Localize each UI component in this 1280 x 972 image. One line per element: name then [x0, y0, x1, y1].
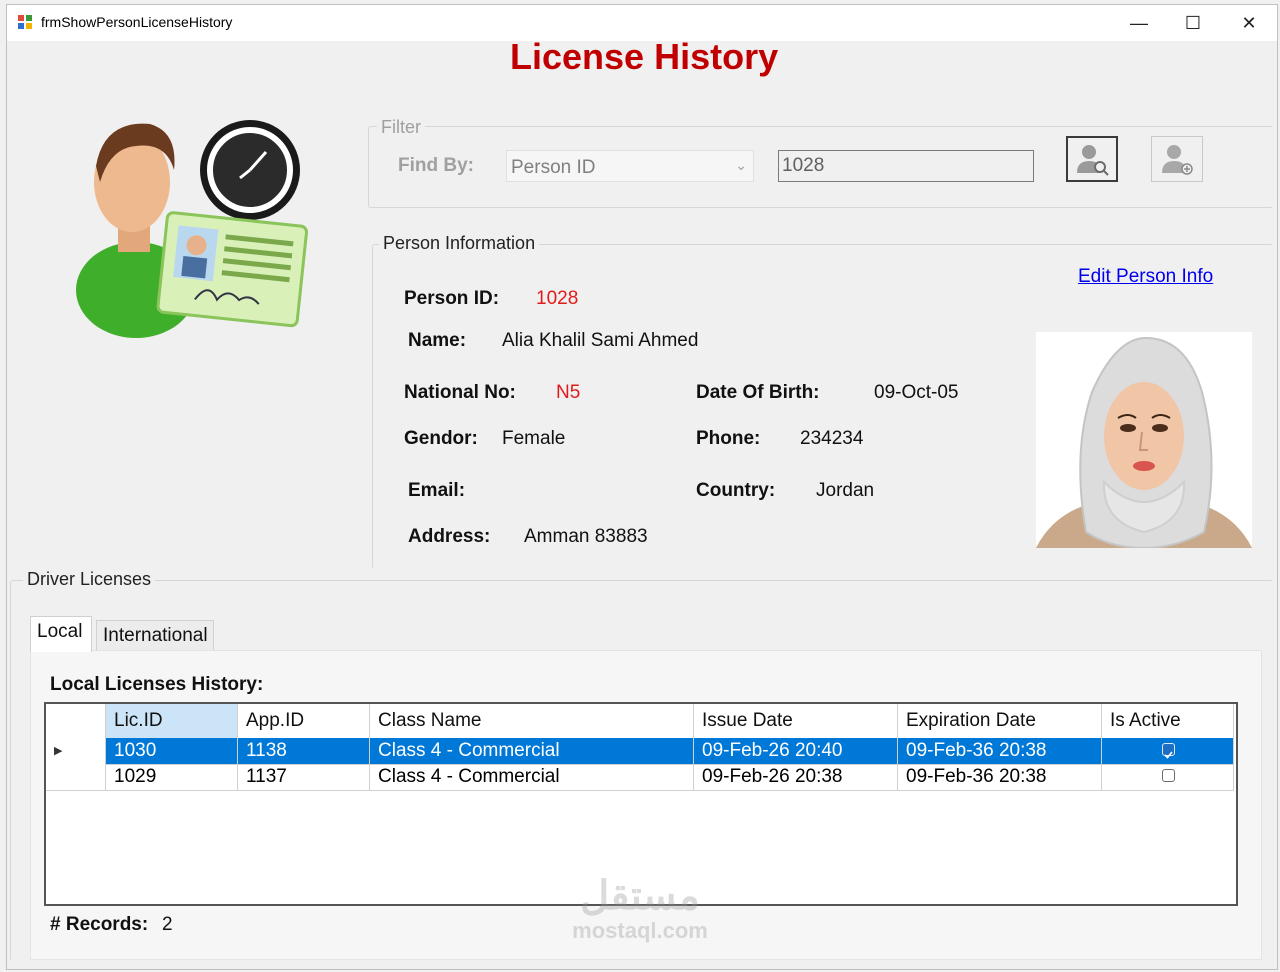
- person-add-icon: [1162, 145, 1193, 175]
- watermark-latin: mostaql.com: [572, 918, 708, 943]
- row-header-cell[interactable]: [46, 764, 106, 790]
- row-pointer-icon: ▶: [54, 745, 63, 757]
- column-header-issue-date[interactable]: Issue Date: [694, 704, 898, 738]
- app-icon: [18, 15, 32, 29]
- name-value: Alia Khalil Sami Ahmed: [502, 330, 699, 351]
- column-header-app-id[interactable]: App.ID: [238, 704, 370, 738]
- tab-local[interactable]: Local: [30, 616, 92, 652]
- person-photo: [1036, 332, 1252, 548]
- watermark-arabic: مستقل: [580, 874, 700, 918]
- dob-label: Date Of Birth:: [696, 382, 820, 403]
- country-label: Country:: [696, 480, 776, 501]
- filter-legend: Filter: [377, 117, 425, 138]
- gender-value: Female: [502, 428, 566, 449]
- close-button[interactable]: ✕: [1221, 5, 1277, 41]
- find-by-label: Find By:: [398, 155, 474, 176]
- grid-header-row: Lic.ID App.ID Class Name Issue Date Expi…: [46, 704, 1234, 739]
- watermark: مستقل mostaql.com: [552, 874, 728, 954]
- minimize-button[interactable]: —: [1111, 5, 1167, 41]
- license-logo-icon: [76, 120, 309, 338]
- email-label: Email:: [408, 480, 466, 501]
- cell-is-active[interactable]: [1102, 738, 1234, 764]
- window-title: frmShowPersonLicenseHistory: [41, 14, 233, 30]
- cell-expiration-date[interactable]: 09-Feb-36 20:38: [898, 764, 1102, 790]
- address-label: Address:: [408, 526, 491, 547]
- person-search-icon: [1077, 145, 1109, 176]
- cell-lic-id[interactable]: 1029: [106, 764, 238, 790]
- national-no-value: N5: [556, 382, 581, 403]
- table-row[interactable]: ▶ 1030 1138 Class 4 - Commercial 09-Feb-…: [46, 738, 1234, 765]
- person-id-value: 1028: [536, 288, 579, 309]
- phone-label: Phone:: [696, 428, 761, 449]
- row-header-cell[interactable]: ▶: [46, 738, 106, 764]
- phone-value: 234234: [800, 428, 864, 449]
- cell-lic-id[interactable]: 1030: [106, 738, 238, 764]
- name-label: Name:: [408, 330, 467, 351]
- edit-person-info-link[interactable]: Edit Person Info: [1078, 266, 1213, 288]
- country-value: Jordan: [816, 480, 875, 501]
- cell-app-id[interactable]: 1137: [238, 764, 370, 790]
- cell-class-name[interactable]: Class 4 - Commercial: [370, 764, 694, 790]
- person-information-legend: Person Information: [379, 233, 540, 254]
- dob-value: 09-Oct-05: [874, 382, 959, 403]
- records-count: 2: [162, 914, 173, 935]
- search-input[interactable]: 1028: [778, 150, 1034, 182]
- is-active-checkbox[interactable]: [1162, 743, 1175, 759]
- person-id-label: Person ID:: [404, 288, 500, 309]
- checkmark-icon: [1164, 751, 1173, 759]
- column-header-expiration-date[interactable]: Expiration Date: [898, 704, 1102, 738]
- cell-class-name[interactable]: Class 4 - Commercial: [370, 738, 694, 764]
- find-by-select[interactable]: Person ID ⌄: [506, 150, 754, 182]
- cell-issue-date[interactable]: 09-Feb-26 20:38: [694, 764, 898, 790]
- records-label: # Records:: [50, 914, 149, 935]
- cell-issue-date[interactable]: 09-Feb-26 20:40: [694, 738, 898, 764]
- gender-label: Gendor:: [404, 428, 478, 449]
- grid-corner-cell: [46, 704, 106, 738]
- find-by-value: Person ID: [511, 157, 596, 178]
- local-licenses-history-title: Local Licenses History:: [50, 674, 264, 695]
- column-header-lic-id[interactable]: Lic.ID: [106, 704, 238, 738]
- cell-app-id[interactable]: 1138: [238, 738, 370, 764]
- column-header-is-active[interactable]: Is Active: [1102, 704, 1234, 738]
- cell-expiration-date[interactable]: 09-Feb-36 20:38: [898, 738, 1102, 764]
- is-active-checkbox[interactable]: [1162, 769, 1175, 782]
- column-header-class-name[interactable]: Class Name: [370, 704, 694, 738]
- address-value: Amman 83883: [524, 526, 648, 547]
- tab-international[interactable]: International: [96, 620, 214, 650]
- page-title: License History: [510, 36, 779, 77]
- table-row[interactable]: 1029 1137 Class 4 - Commercial 09-Feb-26…: [46, 764, 1234, 791]
- maximize-icon: ☐: [1184, 12, 1202, 33]
- maximize-button[interactable]: ☐: [1165, 5, 1221, 41]
- add-person-button[interactable]: [1151, 136, 1203, 182]
- find-person-button[interactable]: [1066, 136, 1118, 182]
- minimize-icon: —: [1130, 12, 1148, 33]
- cell-is-active[interactable]: [1102, 764, 1234, 790]
- driver-licenses-legend: Driver Licenses: [23, 569, 156, 590]
- national-no-label: National No:: [404, 382, 516, 403]
- chevron-down-icon: ⌄: [735, 157, 747, 173]
- close-icon: ✕: [1241, 12, 1257, 33]
